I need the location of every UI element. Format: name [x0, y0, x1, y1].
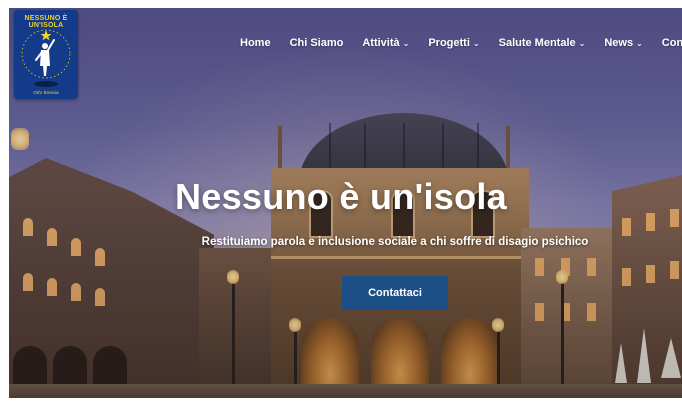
nav-item-label: Attività — [362, 37, 400, 49]
nav-item-chi-siamo[interactable]: Chi Siamo — [290, 37, 344, 49]
nav-item-label: Home — [240, 37, 271, 49]
nav-item-salute-mentale[interactable]: Salute Mentale ⌄ — [499, 37, 586, 49]
nav-item-label: News — [604, 37, 634, 49]
chevron-down-icon: ⌄ — [578, 39, 586, 48]
hero-title: Nessuno è un'isola — [174, 176, 508, 217]
chevron-down-icon: ⌄ — [402, 39, 410, 48]
site-logo[interactable]: NESSUNO È UN'ISOLA OdV Brescia — [14, 10, 78, 99]
nav-item-label: Salute Mentale — [498, 37, 576, 49]
nav-item-contatti[interactable]: Contatti — [662, 37, 682, 49]
logo-title: NESSUNO È UN'ISOLA — [24, 15, 68, 29]
main-navigation: Home Chi Siamo Attività ⌄ Progetti ⌄ Sal… — [240, 34, 682, 52]
logo-subtitle: OdV Brescia — [33, 90, 59, 95]
hero-subtitle: Restituiamo parola e inclusione sociale … — [201, 236, 589, 248]
nav-item-label: Contatti — [661, 37, 682, 49]
nav-item-home[interactable]: Home — [240, 37, 271, 49]
chevron-down-icon: ⌄ — [636, 39, 643, 48]
nav-item-progetti[interactable]: Progetti ⌄ — [428, 37, 479, 49]
contattaci-button[interactable]: Contattaci — [342, 276, 448, 310]
chevron-down-icon: ⌄ — [472, 39, 480, 48]
nav-item-news[interactable]: News ⌄ — [604, 37, 642, 49]
nav-item-label: Chi Siamo — [289, 37, 344, 49]
nav-item-label: Progetti — [428, 37, 470, 49]
nav-item-attivita[interactable]: Attività ⌄ — [362, 37, 409, 49]
